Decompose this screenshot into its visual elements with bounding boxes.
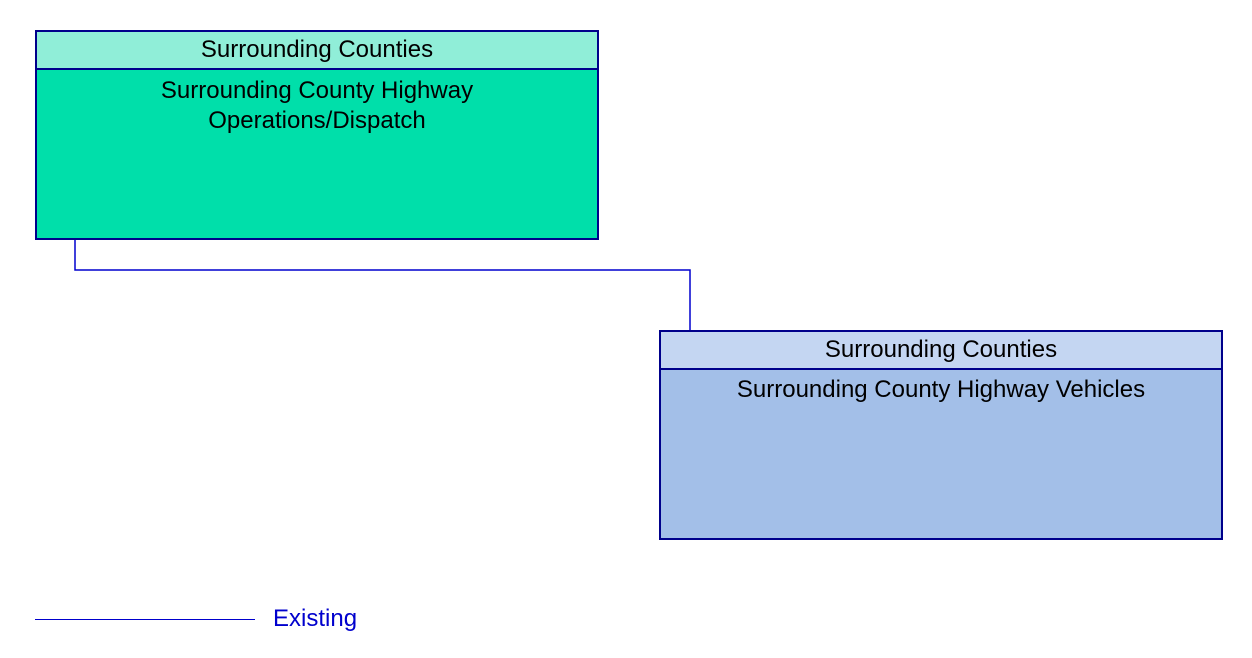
diagram-canvas: Surrounding Counties Surrounding County …	[0, 0, 1252, 658]
node-body: Surrounding County Highway Vehicles	[661, 370, 1221, 538]
node-header: Surrounding Counties	[661, 332, 1221, 370]
node-body: Surrounding County Highway Operations/Di…	[37, 70, 597, 238]
legend-line-existing	[35, 619, 255, 620]
node-surrounding-county-highway-ops: Surrounding Counties Surrounding County …	[35, 30, 599, 240]
node-surrounding-county-highway-vehicles: Surrounding Counties Surrounding County …	[659, 330, 1223, 540]
legend-label: Existing	[273, 605, 357, 633]
legend: Existing	[35, 605, 357, 633]
node-header: Surrounding Counties	[37, 32, 597, 70]
